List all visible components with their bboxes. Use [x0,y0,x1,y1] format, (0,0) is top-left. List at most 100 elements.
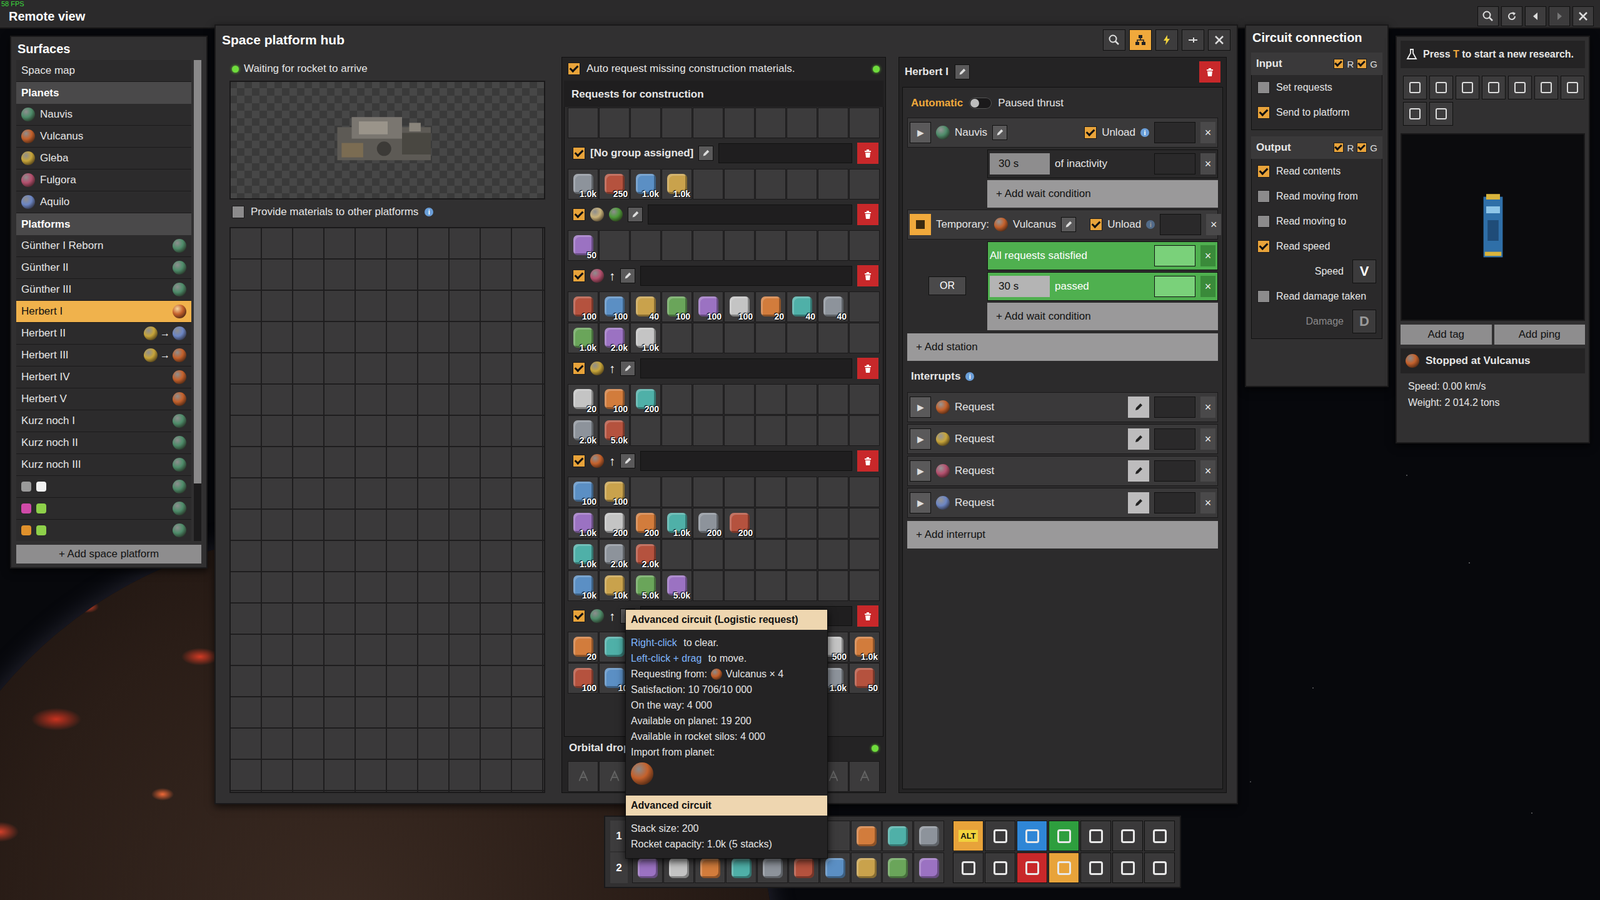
request-slot[interactable] [849,538,880,570]
remove-station-button[interactable]: × [1200,121,1216,144]
space-map-item[interactable]: Space map [16,60,192,82]
auto-request-option[interactable]: Auto request missing construction materi… [563,56,884,81]
request-slot[interactable] [692,322,724,354]
platform-item[interactable]: Kurz noch I [16,410,192,433]
platform-item[interactable] [16,519,192,541]
request-slot[interactable]: 200 [692,507,724,539]
shortcut-button[interactable] [1016,820,1048,851]
or-button[interactable]: OR [928,276,967,296]
request-slot[interactable]: 2.0k [567,415,599,446]
edit-icon[interactable] [1127,460,1150,482]
request-slot[interactable] [755,538,786,570]
toggle-switch[interactable] [969,97,992,109]
add-wait-condition-button[interactable]: + Add wait condition [987,180,1218,208]
remove-condition-button[interactable]: × [1200,245,1216,267]
request-slot[interactable]: 1.0k [849,631,880,663]
hub-inventory-grid[interactable] [229,226,546,793]
request-slot[interactable]: 20 [567,631,599,663]
shortcut-icon[interactable] [1508,75,1532,100]
request-slot[interactable] [755,507,786,539]
request-slot[interactable] [724,168,755,200]
signal-selector[interactable]: DamageD [1251,308,1383,334]
planet-item[interactable]: Aquilo [16,191,192,214]
request-slot[interactable] [786,570,818,601]
platform-item[interactable]: Herbert V [16,388,192,411]
delete-icon[interactable] [857,265,879,287]
request-slot[interactable]: 20 [755,291,786,323]
platform-item[interactable] [16,475,192,498]
planet-item[interactable]: Fulgora [16,169,192,192]
option-checkbox[interactable] [1257,190,1270,203]
request-slot[interactable] [786,230,818,261]
delete-icon[interactable] [1199,61,1221,83]
platform-item[interactable]: Herbert IV [16,366,192,389]
request-slot[interactable]: 200 [598,507,630,539]
quickbar-slot[interactable] [850,852,882,883]
request-slot[interactable] [692,107,724,139]
request-slot[interactable]: 100 [724,291,755,323]
forward-icon[interactable] [1548,6,1570,27]
request-slot[interactable] [755,570,786,601]
remove-interrupt-button[interactable]: × [1200,460,1216,482]
request-slot[interactable] [661,322,693,354]
request-slot[interactable]: 1.0k [567,168,599,200]
request-slot[interactable] [849,507,880,539]
shortcut-button[interactable] [1016,852,1048,883]
power-icon[interactable] [1155,29,1178,51]
add-platform-button[interactable]: + Add space platform [16,544,202,564]
play-button[interactable]: ▶ [909,492,931,514]
request-slot[interactable] [817,383,849,415]
request-slot[interactable]: 40 [786,291,818,323]
remove-interrupt-button[interactable]: × [1200,428,1216,450]
option-checkbox[interactable] [1257,240,1270,253]
back-icon[interactable] [1524,6,1547,27]
edit-icon[interactable] [954,64,970,80]
request-slot[interactable] [692,538,724,570]
quickbar-slot[interactable] [850,820,882,851]
request-slot[interactable] [661,415,693,446]
request-slot[interactable] [724,383,755,415]
map-button[interactable]: Add ping [1494,324,1586,345]
shortcut-button[interactable] [952,852,984,883]
request-slot[interactable]: 100 [598,291,630,323]
edit-icon[interactable] [620,268,636,284]
shortcut-icon[interactable] [1455,75,1480,100]
platform-item[interactable]: Kurz noch III [16,453,192,476]
add-station-button[interactable]: + Add station [907,333,1218,361]
play-button[interactable]: ▶ [909,460,931,482]
request-slot[interactable] [817,322,849,354]
provide-checkbox[interactable] [231,205,245,219]
request-slot[interactable]: 2.0k [598,538,630,570]
search-icon[interactable] [1102,29,1126,51]
quickbar-slot[interactable] [913,852,945,883]
signal-slot[interactable]: D [1352,309,1377,334]
request-slot[interactable] [630,230,661,261]
request-slot[interactable]: 1.0k [630,322,661,354]
circuit-option[interactable]: Read damage taken [1251,283,1383,309]
signal-slot[interactable]: V [1352,259,1377,284]
request-slot[interactable] [817,230,849,261]
shortcut-button[interactable] [1080,852,1112,883]
quickbar-slot[interactable] [882,820,913,851]
research-hint[interactable]: Press T to start a new research. [1400,40,1585,69]
request-slot[interactable] [817,538,849,570]
shortcut-button[interactable] [1080,820,1112,851]
edit-icon[interactable] [698,145,714,161]
request-slot[interactable]: 1.0k [630,168,661,200]
request-slot[interactable]: 100 [567,291,599,323]
shortcut-button[interactable] [1144,852,1175,883]
request-slot[interactable]: 2.0k [598,322,630,354]
drop-slot[interactable] [567,760,599,792]
request-slot[interactable] [755,476,786,508]
remove-interrupt-button[interactable]: × [1200,492,1216,514]
station-row[interactable]: ▶NauvisUnloadi× [907,117,1218,148]
request-slot[interactable]: 200 [630,383,661,415]
circuit-option[interactable]: Send to platform [1251,100,1383,126]
shortcut-button[interactable] [1048,852,1080,883]
request-slot[interactable]: 2.0k [630,538,661,570]
tech-icon[interactable] [1403,101,1427,126]
request-slot[interactable] [817,570,849,601]
play-button[interactable]: ▶ [909,396,931,418]
request-slot[interactable] [849,230,880,261]
request-slot[interactable]: 100 [692,291,724,323]
